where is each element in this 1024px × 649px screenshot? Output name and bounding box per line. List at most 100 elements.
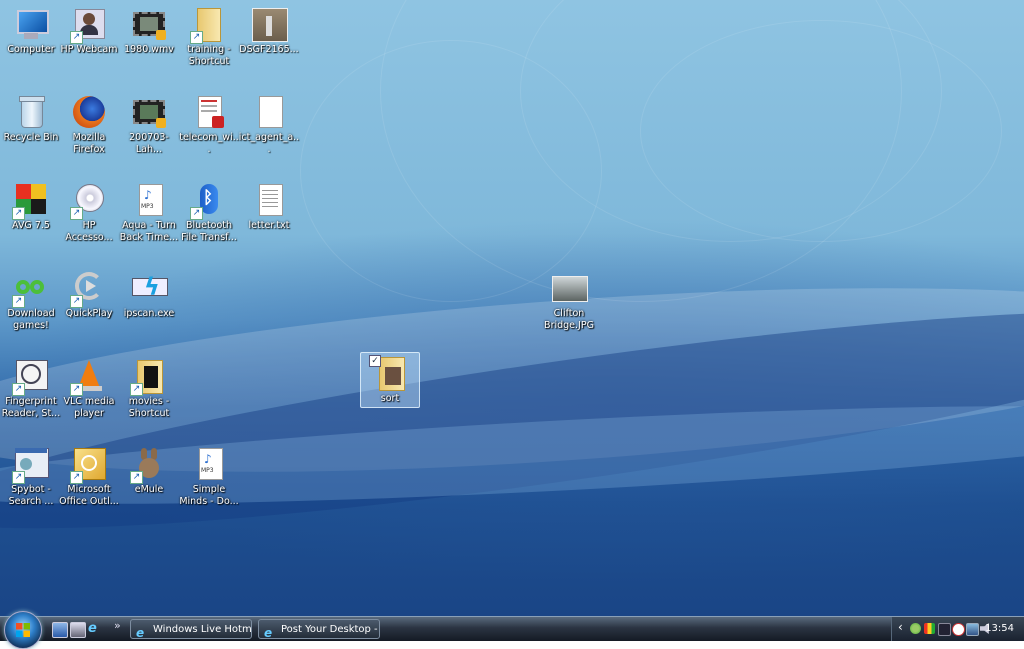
taskbar-button-windows-live-hotmail[interactable]: e Windows Live Hotm... — [130, 619, 252, 639]
desktop-icon-emule[interactable]: ↗ eMule — [118, 444, 180, 530]
desktop-icon-label: Mozilla Firefox — [72, 132, 106, 155]
desktop-icon-movies-shortcut[interactable]: ↗ movies - Shortcut — [118, 356, 180, 442]
desktop-icon-vlc-media-player[interactable]: ↗ VLC media player — [58, 356, 120, 442]
shortcut-arrow-icon: ↗ — [70, 471, 83, 484]
desktop-icon-label: sort — [380, 393, 400, 404]
desktop-icon-clifton-bridge-jpg[interactable]: Clifton Bridge.JPG — [538, 268, 600, 354]
avg-tray-icon[interactable] — [924, 623, 935, 634]
taskbar: e » e Windows Live Hotm... e Post Your D… — [0, 611, 1024, 649]
desktop-icon-label: Clifton Bridge.JPG — [544, 308, 594, 331]
security-alert-icon[interactable] — [952, 623, 965, 636]
desktop-icon-label: DSGF2165... — [239, 44, 299, 55]
quickplay-icon: ↗ — [70, 272, 106, 308]
desktop-icon-ict-agent[interactable]: ict_agent_a... — [238, 92, 300, 178]
folder-icon: ↗ — [190, 8, 226, 44]
shortcut-arrow-icon: ↗ — [12, 295, 25, 308]
webcam-icon: ↗ — [70, 8, 106, 44]
document-file-icon — [252, 96, 286, 130]
internet-explorer-icon[interactable]: e — [88, 622, 102, 636]
outlook-icon: ↗ — [70, 448, 106, 484]
desktop-icon-training-shortcut[interactable]: ↗ training - Shortcut — [178, 4, 240, 90]
clock[interactable]: 13:54 — [985, 617, 1014, 641]
shortcut-arrow-icon: ↗ — [190, 31, 203, 44]
desktop-icon-dsgf2165[interactable]: DSGF2165... — [238, 4, 300, 90]
desktop-icon-label: Microsoft Office Outl... — [59, 484, 119, 507]
desktop-icon-label: VLC media player — [63, 396, 115, 419]
wallpaper-swirl — [300, 40, 602, 302]
desktop-icon-label: telecom_wi... — [179, 132, 239, 155]
desktop-icon-1980-wmv[interactable]: 1980.wmv — [118, 4, 180, 90]
desktop-icon-letter-txt[interactable]: letter.txt — [238, 180, 300, 266]
desktop-icon-microsoft-office-outlook[interactable]: ↗ Microsoft Office Outl... — [58, 444, 120, 530]
photo-thumbnail-icon — [252, 8, 288, 42]
desktop-icon-label: AVG 7.5 — [12, 220, 50, 231]
desktop-icon-avg[interactable]: ↗ AVG 7.5 — [0, 180, 62, 266]
desktop-icon-label: Simple Minds - Do... — [179, 484, 239, 507]
shortcut-arrow-icon: ↗ — [12, 207, 25, 220]
desktop-icon-label: QuickPlay — [65, 308, 113, 319]
show-desktop-icon[interactable] — [52, 622, 68, 638]
mp3-badge: MP3 — [141, 203, 154, 210]
tray-expand-icon[interactable]: ‹ — [898, 620, 903, 634]
start-button[interactable] — [4, 611, 42, 649]
cd-icon: ↗ — [70, 184, 106, 220]
desktop-icon-label: Spybot - Search ... — [8, 484, 54, 507]
checkbox-icon[interactable]: ✓ — [369, 355, 381, 367]
desktop-icon-label: eMule — [134, 484, 164, 495]
desktop-icon-fingerprint-reader[interactable]: ↗ Fingerprint Reader, St... — [0, 356, 62, 442]
desktop-icon-spybot[interactable]: ↗ Spybot - Search ... — [0, 444, 62, 530]
desktop-icon-sort[interactable]: ✓ sort — [360, 352, 420, 408]
desktop-icon-hp-webcam[interactable]: ↗ HP Webcam — [58, 4, 120, 90]
wallpaper-swirl — [640, 20, 1002, 242]
taskbar-button-post-your-desktop[interactable]: e Post Your Desktop - ... — [258, 619, 380, 639]
desktop-icon-mozilla-firefox[interactable]: Mozilla Firefox — [58, 92, 120, 178]
desktop-icon-computer[interactable]: Computer — [0, 4, 62, 90]
desktop-icon-label: movies - Shortcut — [128, 396, 170, 419]
shortcut-arrow-icon: ↗ — [70, 207, 83, 220]
taskbar-button-label: Post Your Desktop - ... — [281, 624, 380, 635]
switch-windows-icon[interactable] — [70, 622, 86, 638]
desktop-icon-download-games[interactable]: ↗ Download games! — [0, 268, 62, 354]
mp3-file-icon: ♪ MP3 — [132, 184, 166, 218]
bluetooth-icon: ᛒ ↗ — [190, 184, 226, 220]
desktop-icon-label: Recycle Bin — [3, 132, 59, 143]
emule-mule-icon: ↗ — [130, 448, 166, 484]
desktop-icon-ipscan-exe[interactable]: ϟ ipscan.exe — [118, 268, 180, 354]
desktop-icon-aqua-turn-back-time[interactable]: ♪ MP3 Aqua - Turn Back Time... — [118, 180, 180, 266]
desktop-icon-telecom-wi[interactable]: telecom_wi... — [178, 92, 240, 178]
shortcut-arrow-icon: ↗ — [130, 471, 143, 484]
desktop-icon-quickplay[interactable]: ↗ QuickPlay — [58, 268, 120, 354]
internet-explorer-icon: e — [264, 626, 273, 639]
avg-icon: ↗ — [12, 184, 48, 220]
mp3-file-icon: ♪ MP3 — [192, 448, 226, 482]
shortcut-arrow-icon: ↗ — [70, 295, 83, 308]
internet-explorer-icon: e — [136, 626, 145, 639]
quick-launch-overflow-icon[interactable]: » — [114, 619, 121, 632]
mp3-badge: MP3 — [201, 467, 214, 474]
shortcut-arrow-icon: ↗ — [12, 471, 25, 484]
desktop-icon-label: Computer — [7, 44, 55, 55]
desktop-icon-label: HP Accesso... — [65, 220, 113, 243]
text-file-icon — [252, 184, 286, 218]
desktop-icon-label: Aqua - Turn Back Time... — [119, 220, 179, 243]
computer-icon — [14, 8, 49, 42]
desktop-icon-simple-minds[interactable]: ♪ MP3 Simple Minds - Do... — [178, 444, 240, 530]
tray-app-icon[interactable] — [938, 623, 951, 636]
messenger-icon[interactable] — [910, 623, 921, 634]
desktop-icon-200703-lah[interactable]: 200703-Lah... — [118, 92, 180, 178]
desktop-icon-label: Fingerprint Reader, St... — [1, 396, 61, 419]
shortcut-arrow-icon: ↗ — [130, 383, 143, 396]
desktop-icon-recycle-bin[interactable]: Recycle Bin — [0, 92, 62, 178]
desktop-icon-bluetooth-file-transfer[interactable]: ᛒ ↗ Bluetooth File Transf... — [178, 180, 240, 266]
taskbar-button-label: Windows Live Hotm... — [153, 624, 252, 635]
video-file-icon — [132, 8, 166, 42]
network-icon[interactable] — [966, 623, 979, 636]
desktop-icon-label: training - Shortcut — [187, 44, 231, 67]
pdf-file-icon — [192, 96, 226, 130]
desktop-icon-label: 200703-Lah... — [129, 132, 169, 155]
windows-logo-icon — [15, 622, 31, 638]
desktop-icon-hp-accessories[interactable]: ↗ HP Accesso... — [58, 180, 120, 266]
folder-icon: ↗ — [130, 360, 166, 396]
desktop[interactable]: Computer ↗ HP Webcam 1980.wmv ↗ training… — [0, 0, 1024, 616]
desktop-icon-label: 1980.wmv — [124, 44, 174, 55]
